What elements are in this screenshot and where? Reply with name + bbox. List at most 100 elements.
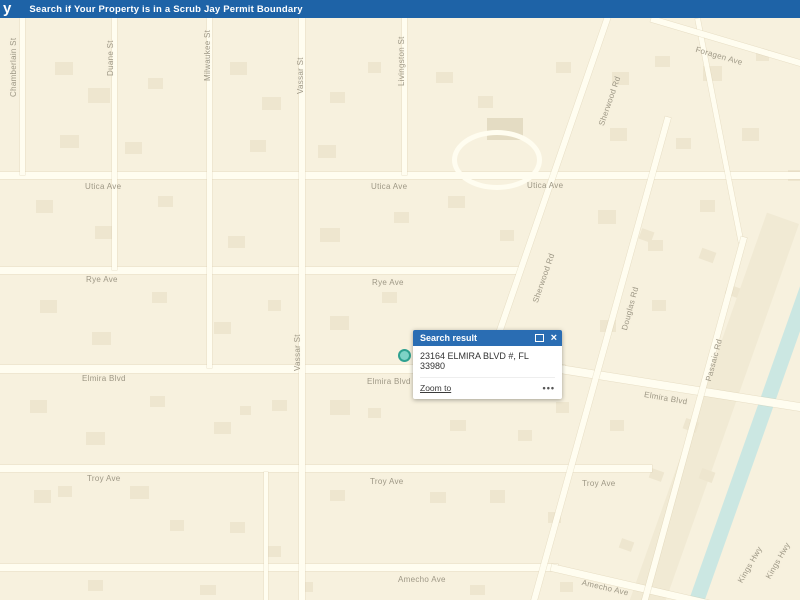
building (34, 490, 51, 503)
building (556, 62, 571, 73)
building (214, 322, 231, 334)
building (268, 546, 281, 557)
building (676, 138, 691, 149)
building (150, 396, 165, 407)
zoom-to-link[interactable]: Zoom to (420, 383, 451, 393)
building (36, 200, 53, 213)
building (272, 400, 287, 411)
building (262, 97, 281, 110)
building (88, 88, 110, 103)
road-segment (20, 18, 25, 175)
street-label: Troy Ave (582, 479, 616, 488)
building (60, 135, 79, 148)
map-canvas[interactable]: Utica Ave Utica Ave Utica Ave Rye Ave Rye Av… (0, 18, 800, 600)
building (158, 196, 173, 207)
building (699, 248, 717, 263)
building (40, 300, 57, 313)
street-label: Vassar St (293, 334, 302, 371)
building (448, 196, 465, 208)
street-label: Rye Ave (86, 275, 118, 284)
building (330, 490, 345, 501)
more-options-button[interactable]: ••• (543, 385, 555, 391)
close-icon[interactable]: × (551, 333, 557, 343)
building (125, 142, 142, 154)
road-segment (264, 472, 268, 600)
building (230, 62, 247, 75)
building (318, 145, 336, 158)
building (560, 582, 573, 592)
building (330, 400, 350, 415)
search-result-popup: Search result × 23164 ELMIRA BLVD #, FL … (413, 330, 562, 399)
popup-title: Search result (420, 333, 477, 343)
search-result-marker[interactable] (398, 349, 411, 362)
building (320, 228, 340, 242)
road-segment (299, 18, 305, 600)
street-label: Troy Ave (87, 474, 121, 483)
building (55, 62, 73, 75)
street-label: Troy Ave (370, 477, 404, 486)
street-label: Sherwood Rd (531, 252, 556, 304)
road-segment (641, 236, 747, 600)
street-label: Elmira Blvd (367, 377, 411, 386)
building (490, 490, 505, 503)
street-label: Livingston St (397, 36, 406, 86)
building (436, 72, 453, 83)
building (382, 292, 397, 303)
building (170, 520, 184, 531)
building (30, 400, 47, 413)
street-label: Kings Hwy (736, 545, 764, 585)
logo-partial: y (3, 0, 11, 17)
road-segment (0, 564, 558, 571)
road-segment (0, 465, 652, 472)
popup-actions: Zoom to ••• (420, 378, 555, 393)
building (148, 78, 163, 89)
building (230, 522, 245, 533)
app-title: Search if Your Property is in a Scrub Ja… (29, 4, 302, 15)
building (610, 420, 624, 431)
building (240, 406, 251, 415)
street-label: Kings Hwy (764, 541, 792, 581)
street-label: Utica Ave (371, 182, 407, 191)
building (368, 62, 381, 73)
dock-icon[interactable] (535, 334, 544, 342)
building (92, 332, 111, 345)
building (228, 236, 245, 248)
street-label: Amecho Ave (398, 575, 446, 584)
building (130, 486, 149, 499)
popup-body: 23164 ELMIRA BLVD #, FL 33980 Zoom to ••… (413, 346, 562, 399)
building (58, 486, 72, 497)
road-segment (0, 267, 522, 274)
popup-address: 23164 ELMIRA BLVD #, FL 33980 (420, 351, 555, 378)
street-label: Milwaukee St (203, 30, 212, 81)
building (152, 292, 167, 303)
building (742, 128, 759, 141)
app: y Search if Your Property is in a Scrub … (0, 0, 800, 600)
building (652, 300, 666, 311)
building (556, 402, 569, 413)
popup-header-icons: × (535, 333, 557, 343)
street-label: Vassar St (296, 57, 305, 94)
building (430, 492, 446, 503)
building (250, 140, 266, 152)
app-header-bar: y Search if Your Property is in a Scrub … (0, 0, 800, 18)
building (88, 580, 103, 591)
street-label: Utica Ave (527, 181, 563, 190)
building (470, 585, 485, 595)
building (598, 210, 616, 224)
building (610, 128, 627, 141)
building (330, 316, 349, 330)
building (655, 56, 670, 67)
building (478, 96, 493, 108)
building (619, 538, 635, 552)
building (450, 420, 466, 431)
popup-header[interactable]: Search result × (413, 330, 562, 346)
building (268, 300, 281, 311)
building (518, 430, 532, 441)
building (86, 432, 105, 445)
street-label: Sherwood Rd (597, 75, 622, 127)
building (394, 212, 409, 223)
building (500, 230, 514, 241)
street-label: Rye Ave (372, 278, 404, 287)
street-label: Utica Ave (85, 182, 121, 191)
street-label: Douglas Rd (620, 286, 640, 332)
